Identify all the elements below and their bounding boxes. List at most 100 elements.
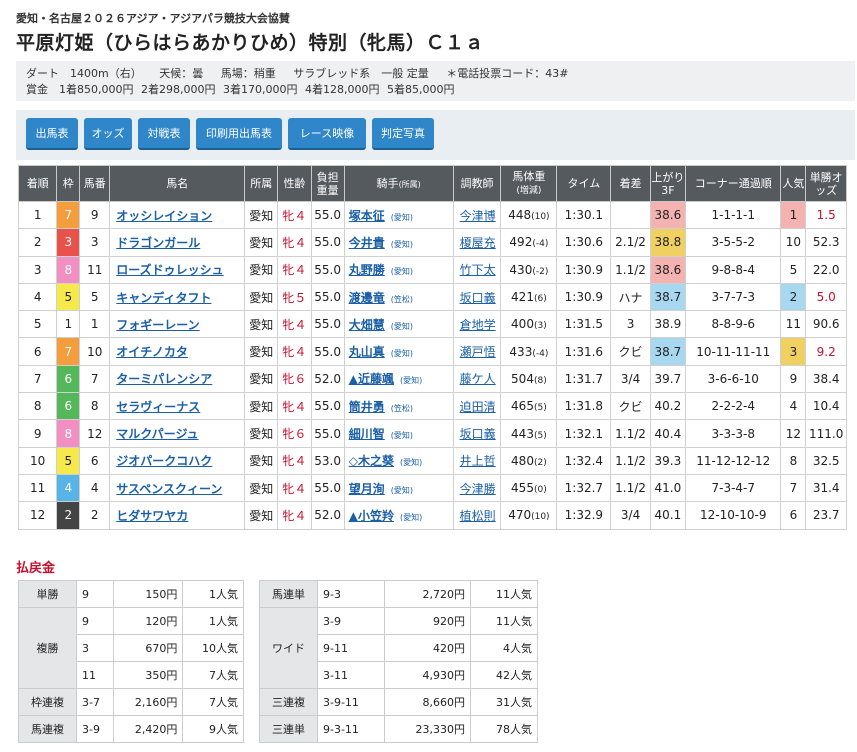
jockey-belong: (笠松) xyxy=(390,403,413,413)
col-trainer: 調教師 xyxy=(452,165,502,202)
horse-name-link[interactable]: ジオパークコハク xyxy=(116,454,212,468)
horse-number: 10 xyxy=(79,337,111,366)
print-entry-button[interactable]: 印刷用出馬表 xyxy=(196,118,282,150)
bet-type: 三連複 xyxy=(259,688,318,716)
jockey-link[interactable]: ▲小笠羚 xyxy=(349,509,394,523)
win-odds: 38.4 xyxy=(805,364,847,394)
col-num: 馬番 xyxy=(79,165,111,202)
trainer-link[interactable]: 迫田清 xyxy=(460,400,496,414)
horse-name-link[interactable]: サスペンスクィーン xyxy=(116,482,222,496)
payout-popularity: 9人気 xyxy=(182,715,244,743)
horse-name-link[interactable]: ドラゴンガール xyxy=(116,236,200,250)
result-row: 6 7 10 オイチノカタ 愛知 牝４ 55.0 丸山真 (愛知) 瀬戸悟 433(-4) 1:31.… xyxy=(17,337,847,366)
jockey-link[interactable]: 丸野勝 xyxy=(349,263,385,277)
payout-amount: 2,420円 xyxy=(113,715,184,743)
col-popularity: 人気 xyxy=(780,165,807,202)
trainer-link[interactable]: 坂口義 xyxy=(460,291,496,305)
jockey-link[interactable]: ◇木之葵 xyxy=(349,454,394,468)
trainer-link[interactable]: 竹下太 xyxy=(460,263,496,277)
odds-button[interactable]: オッズ xyxy=(84,118,132,150)
sex-age: 牝５ xyxy=(277,282,312,312)
trainer-link[interactable]: 今津博 xyxy=(460,209,496,223)
carried-weight: 55.0 xyxy=(310,200,345,230)
horse-name-link[interactable]: セラヴィーナス xyxy=(116,400,200,414)
payout-amount: 120円 xyxy=(113,607,184,635)
carried-weight: 52.0 xyxy=(310,501,345,530)
last-3f: 38.7 xyxy=(649,337,687,366)
payout-popularity: 11人気 xyxy=(470,607,538,635)
col-jockey: 騎手(所属) xyxy=(343,165,454,202)
trainer-link[interactable]: 藤ケ人 xyxy=(460,372,496,386)
trainer-link[interactable]: 瀬戸悟 xyxy=(460,345,496,359)
photo-finish-button[interactable]: 判定写真 xyxy=(372,118,434,150)
horse-name-link[interactable]: オイチノカタ xyxy=(116,345,188,359)
trainer-link[interactable]: 植松則 xyxy=(460,509,496,523)
col-body-weight: 馬体重 (増減) xyxy=(500,165,558,202)
popularity: 7 xyxy=(780,473,807,503)
trainer-link[interactable]: 今津勝 xyxy=(460,482,496,496)
jockey-link[interactable]: ▲近藤颯 xyxy=(349,372,394,386)
popularity: 1 xyxy=(780,200,807,230)
combination: 3-7 xyxy=(75,688,115,716)
trainer-cell: 井上哲 xyxy=(452,446,502,475)
horse-name-link[interactable]: マルクパージュ xyxy=(116,427,198,441)
horse-name-link[interactable]: ヒダサワヤカ xyxy=(116,509,188,523)
rank: 10 xyxy=(17,446,58,475)
win-odds: 10.4 xyxy=(805,392,847,421)
horse-name-cell: ターミパレンシア xyxy=(109,364,246,394)
trainer-link[interactable]: 坂口義 xyxy=(460,427,496,441)
sex-age: 牝４ xyxy=(277,501,312,530)
corner-positions: 3-6-6-10 xyxy=(685,364,782,394)
belong: 愛知 xyxy=(244,501,279,530)
payout-popularity: 4人気 xyxy=(470,634,538,662)
horse-number: 4 xyxy=(79,473,111,503)
jockey-link[interactable]: 塚本征 xyxy=(349,209,385,223)
horse-number: 9 xyxy=(79,200,111,230)
matchup-button[interactable]: 対戦表 xyxy=(138,118,190,150)
result-row: 1 7 9 オッシレイション 愛知 牝４ 55.0 塚本征 (愛知) 今津博 448(10) 1:30… xyxy=(17,200,847,230)
trainer-cell: 倉地学 xyxy=(452,310,502,339)
jockey-link[interactable]: 筒井勇 xyxy=(349,400,385,414)
horse-name-link[interactable]: フォギーレーン xyxy=(116,318,199,332)
payout-amount: 8,660円 xyxy=(383,688,472,716)
trainer-link[interactable]: 倉地学 xyxy=(460,318,496,332)
body-weight: 421(6) xyxy=(500,282,558,312)
jockey-link[interactable]: 細川智 xyxy=(349,427,385,441)
combination: 3 xyxy=(75,634,115,662)
corner-positions: 3-7-7-3 xyxy=(685,282,782,312)
margin: 1.1/2 xyxy=(610,473,651,503)
body-weight: 480(2) xyxy=(500,446,558,475)
body-weight: 465(5) xyxy=(500,392,558,421)
carried-weight: 55.0 xyxy=(310,228,345,257)
jockey-link[interactable]: 望月洵 xyxy=(349,482,385,496)
rank: 12 xyxy=(17,501,58,530)
win-odds: 1.5 xyxy=(805,200,847,230)
payout-table-right: 馬連単 9-3 2,720円 11人気 ワイド 3-9 920円 11人気 9-11 420円 4人… xyxy=(259,580,538,743)
popularity: 5 xyxy=(780,255,807,284)
horse-name-cell: マルクパージュ xyxy=(109,419,246,448)
horse-name-link[interactable]: オッシレイション xyxy=(116,209,212,223)
race-video-button[interactable]: レース映像 xyxy=(288,118,366,150)
entry-list-button[interactable]: 出馬表 xyxy=(26,118,78,150)
jockey-link[interactable]: 今井貴 xyxy=(349,236,385,250)
phone-code: ＊電話投票コード：43# xyxy=(446,67,569,80)
payout-row: 馬連単 9-3 2,720円 11人気 xyxy=(259,580,538,608)
rank: 7 xyxy=(17,364,58,394)
combination: 3-9-11 xyxy=(317,688,385,716)
margin: 3/4 xyxy=(610,501,651,530)
jockey-link[interactable]: 丸山真 xyxy=(349,345,385,359)
horse-name-link[interactable]: ローズドゥレッシュ xyxy=(116,263,223,277)
horse-name-cell: セラヴィーナス xyxy=(109,392,246,421)
waku-number: 6 xyxy=(56,392,81,421)
corner-positions: 7-3-4-7 xyxy=(685,473,782,503)
jockey-link[interactable]: 渡邊竜 xyxy=(349,291,385,305)
horse-name-link[interactable]: ターミパレンシア xyxy=(116,372,212,386)
horse-name-link[interactable]: キャンディタフト xyxy=(116,291,211,305)
jockey-link[interactable]: 大畑慧 xyxy=(349,318,385,332)
jockey-cell: ◇木之葵 (愛知) xyxy=(343,446,454,475)
margin: 1.1/2 xyxy=(610,446,651,475)
trainer-link[interactable]: 榎屋充 xyxy=(460,236,496,250)
trainer-link[interactable]: 井上哲 xyxy=(460,454,496,468)
rank: 6 xyxy=(17,337,58,366)
waku-number: 8 xyxy=(56,419,81,448)
